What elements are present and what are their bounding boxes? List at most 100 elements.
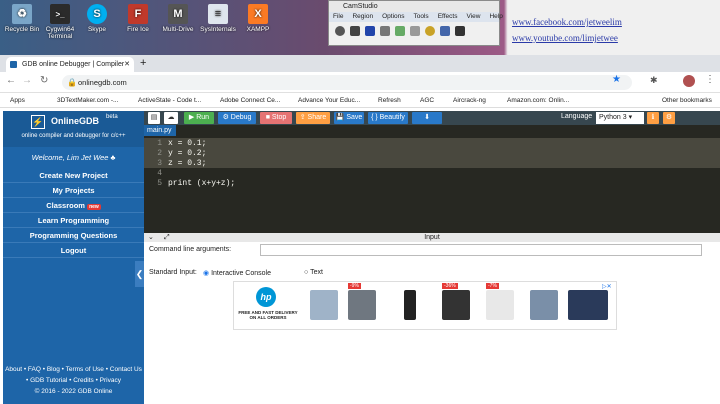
- laptop-product: [310, 290, 338, 320]
- settings-gear-icon[interactable]: ⚙: [663, 112, 675, 124]
- new-file-icon[interactable]: ▤: [148, 112, 160, 124]
- radio-checked-icon: ◉: [203, 270, 210, 277]
- bookmark-aircrack[interactable]: Aircrack-ng: [453, 93, 486, 108]
- footer-line-2[interactable]: • GDB Tutorial • Credits • Privacy: [3, 375, 144, 386]
- menu-options[interactable]: Options: [382, 12, 404, 22]
- menu-effects[interactable]: Effects: [438, 12, 458, 22]
- download-icon[interactable]: ⬇: [412, 112, 442, 124]
- record-icon[interactable]: [335, 26, 345, 36]
- cmd-args-input[interactable]: [260, 244, 702, 256]
- ad-tagline: FREE AND FAST DELIVERY ON ALL ORDERS: [238, 310, 298, 320]
- menu-kebab-icon[interactable]: ⋮: [705, 74, 715, 85]
- selection-highlight: [144, 138, 720, 168]
- sidebar-item-learn[interactable]: Learn Programming: [3, 213, 144, 228]
- radio-unchecked-icon: ○: [304, 269, 309, 276]
- bookmark-refresh[interactable]: Refresh: [378, 93, 401, 108]
- tab-gdb[interactable]: GDB online Debugger | Compiler ✕: [6, 57, 134, 72]
- file-tab-main[interactable]: main.py: [144, 125, 176, 136]
- tab-strip: GDB online Debugger | Compiler ✕ +: [0, 55, 720, 72]
- beautify-button[interactable]: { } Beautify: [368, 112, 408, 124]
- forward-icon[interactable]: →: [22, 75, 32, 86]
- new-tab-icon[interactable]: +: [140, 57, 146, 69]
- sidebar-item-my-projects[interactable]: My Projects: [3, 183, 144, 198]
- options-icon[interactable]: [380, 26, 390, 36]
- bookmark-other[interactable]: Other bookmarks: [662, 93, 712, 108]
- back-icon[interactable]: ←: [6, 75, 16, 86]
- reload-icon[interactable]: ↻: [40, 75, 48, 86]
- menu-region[interactable]: Region: [352, 12, 373, 22]
- bookmark-advance[interactable]: Advance Your Educ...: [298, 93, 360, 108]
- sidebar-item-logout[interactable]: Logout: [3, 243, 144, 258]
- bookmark-activestate[interactable]: ActiveState - Code t...: [138, 93, 201, 108]
- bookmark-adobe[interactable]: Adobe Connect Ce...: [220, 93, 280, 108]
- save-button[interactable]: 💾 Save: [334, 112, 364, 124]
- info-icon[interactable]: ℹ: [647, 112, 659, 124]
- ink-product: [530, 290, 558, 320]
- line-number: 1: [157, 139, 162, 148]
- bookmarks-bar: Apps 3DTextMaker.com -... ActiveState - …: [0, 93, 720, 108]
- sidebar-item-questions[interactable]: Programming Questions: [3, 228, 144, 243]
- fire-ice-icon[interactable]: F Fire Ice: [116, 4, 160, 33]
- region-icon[interactable]: [455, 26, 465, 36]
- ide-panel: ▤ ☁ ▶ Run ⚙ Debug ■ Stop ⇪ Share 💾 Save …: [144, 111, 720, 404]
- bookmark-apps[interactable]: Apps: [10, 93, 25, 108]
- close-tab-icon[interactable]: ✕: [124, 57, 130, 72]
- sidebar-item-create-project[interactable]: Create New Project: [3, 168, 144, 183]
- debug-button[interactable]: ⚙ Debug: [218, 112, 256, 124]
- menu-tools[interactable]: Tools: [414, 12, 429, 22]
- extensions-icon[interactable]: ✱: [650, 75, 658, 86]
- adchoices-icon[interactable]: ▷✕: [602, 283, 612, 290]
- sidebar-item-classroom[interactable]: Classroom new: [3, 198, 144, 213]
- code-editor[interactable]: main.py 1x = 0.1; 2y = 0.2; 3z = 0.3; 4 …: [144, 125, 720, 233]
- menu-file[interactable]: File: [333, 12, 343, 22]
- xampp-icon[interactable]: X XAMPP: [236, 4, 280, 33]
- browser-window: GDB online Debugger | Compiler ✕ + ← → ↻ …: [0, 55, 720, 404]
- bookmark-agc[interactable]: AGC: [420, 93, 434, 108]
- text-radio[interactable]: ○ Text: [304, 269, 323, 276]
- interactive-console-radio[interactable]: ◉ Interactive Console: [203, 269, 271, 277]
- stop-button[interactable]: ■ Stop: [260, 112, 292, 124]
- address-row: ← → ↻ 🔒 onlinegdb.com ★ ✱ ⋮: [0, 72, 720, 93]
- cmd-args-label: Command line arguments:: [149, 246, 232, 253]
- printer-product: [348, 290, 376, 320]
- logo-icon: ⚡: [31, 115, 45, 129]
- star-icon[interactable]: ★: [612, 74, 621, 85]
- help-icon[interactable]: [440, 26, 450, 36]
- run-button[interactable]: ▶ Run: [184, 112, 214, 124]
- facebook-link[interactable]: www.facebook.com/jetweelim: [512, 14, 622, 30]
- bookmark-3dtextmaker[interactable]: 3DTextMaker.com -...: [57, 93, 118, 108]
- url-bar[interactable]: 🔒 onlinegdb.com: [62, 75, 632, 90]
- avatar[interactable]: [683, 75, 695, 87]
- printer-white-product: [486, 290, 514, 320]
- multi-drive-icon[interactable]: M Multi-Drive: [156, 4, 200, 33]
- bookmark-amazon[interactable]: Amazon.com: Onlin...: [507, 93, 569, 108]
- upload-icon[interactable]: ☁: [164, 112, 178, 124]
- hp-advertisement[interactable]: hp FREE AND FAST DELIVERY ON ALL ORDERS …: [233, 281, 617, 330]
- video-icon[interactable]: [410, 26, 420, 36]
- discount-badge: -9%: [348, 283, 361, 289]
- discount-badge: -36%: [442, 283, 458, 289]
- share-button[interactable]: ⇪ Share: [296, 112, 330, 124]
- menu-view[interactable]: View: [466, 12, 480, 22]
- gear-icon[interactable]: [425, 26, 435, 36]
- code-line: print (x+y+z);: [168, 179, 236, 188]
- pause-icon[interactable]: [350, 26, 360, 36]
- input-title: Input: [424, 234, 440, 241]
- laptop-dark-product: [568, 290, 608, 320]
- skype-icon[interactable]: S Skype: [75, 4, 119, 33]
- stop-icon[interactable]: [365, 26, 375, 36]
- collapse-chevron-icon[interactable]: ❮: [135, 261, 144, 287]
- code-line: z = 0.3;: [168, 159, 207, 168]
- camstudio-toolbar: [329, 22, 499, 40]
- logo-text[interactable]: OnlineGDB: [51, 116, 99, 126]
- camera-icon[interactable]: [395, 26, 405, 36]
- sysinternals-icon[interactable]: ≡ SysInternals: [196, 4, 240, 33]
- language-select[interactable]: Python 3 ▾: [596, 112, 644, 124]
- logo-area: ⚡ OnlineGDB beta online compiler and deb…: [3, 111, 144, 147]
- youtube-link[interactable]: www.youtube.com/limjetwee: [512, 30, 622, 46]
- overlay-links: www.facebook.com/jetweelim www.youtube.c…: [512, 14, 622, 46]
- footer-line-1[interactable]: About • FAQ • Blog • Terms of Use • Cont…: [3, 364, 144, 375]
- discount-badge: -7%: [486, 283, 499, 289]
- menu-help[interactable]: Help: [489, 12, 502, 22]
- plotter-product: [442, 290, 470, 320]
